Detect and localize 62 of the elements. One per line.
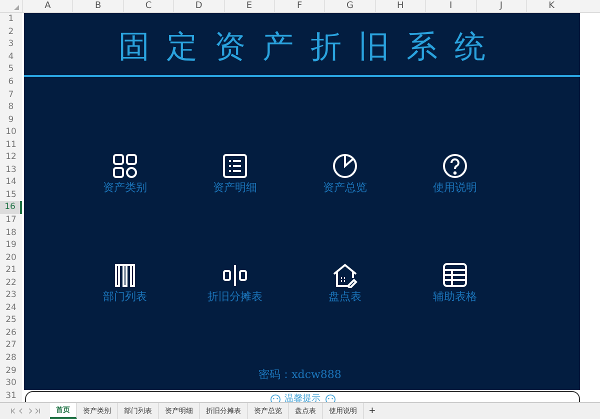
column-header[interactable]: F: [274, 0, 324, 12]
column-header[interactable]: D: [173, 0, 224, 12]
row-header[interactable]: 1: [0, 13, 22, 26]
row-header[interactable]: 3: [0, 38, 22, 51]
table-icon[interactable]: [442, 262, 468, 288]
row-header[interactable]: 23: [0, 289, 22, 302]
dashboard-title: 固定资产折旧系统: [118, 29, 502, 65]
org-chart-icon[interactable]: [112, 262, 138, 288]
column-header[interactable]: A: [22, 0, 72, 12]
row-header[interactable]: 14: [0, 176, 22, 189]
row-header[interactable]: 2: [0, 26, 22, 38]
row-header[interactable]: 29: [0, 364, 22, 377]
list-icon[interactable]: [222, 153, 248, 179]
row-header[interactable]: 30: [0, 376, 22, 390]
row-header[interactable]: 15: [0, 188, 22, 202]
row-header[interactable]: 28: [0, 352, 22, 364]
house-icon[interactable]: [332, 262, 358, 288]
column-header[interactable]: C: [122, 0, 174, 12]
menu-link[interactable]: 资产总览: [323, 181, 367, 194]
row-header[interactable]: 11: [0, 138, 22, 152]
menu-link[interactable]: 资产类别: [103, 181, 147, 194]
row-header[interactable]: 22: [0, 276, 22, 290]
row-header[interactable]: 21: [0, 264, 22, 276]
row-header[interactable]: 12: [0, 151, 22, 164]
row-header[interactable]: 6: [0, 76, 22, 88]
menu-link[interactable]: 使用说明: [433, 181, 477, 194]
row-header[interactable]: 26: [0, 326, 22, 340]
column-header[interactable]: J: [476, 0, 526, 12]
row-header[interactable]: 20: [0, 251, 22, 264]
notice-title: 温馨提示: [284, 394, 320, 404]
menu-link[interactable]: 盘点表: [328, 290, 362, 303]
menu-link[interactable]: 辅助表格: [433, 290, 477, 303]
grid-icon[interactable]: [112, 153, 138, 179]
help-icon[interactable]: [442, 153, 468, 179]
row-header[interactable]: 10: [0, 126, 22, 138]
row-header[interactable]: 31: [0, 389, 22, 402]
row-header[interactable]: 4: [0, 50, 22, 64]
row-header[interactable]: 17: [0, 214, 22, 226]
column-header[interactable]: G: [324, 0, 375, 12]
menu-link[interactable]: 折旧分摊表: [208, 290, 262, 303]
row-header[interactable]: 16: [0, 201, 22, 214]
column-header[interactable]: K: [526, 0, 576, 12]
password-text: 密码：xdcw888: [258, 367, 342, 382]
menu-link[interactable]: 部门列表: [103, 290, 147, 303]
row-header[interactable]: 8: [0, 100, 22, 114]
column-header[interactable]: E: [224, 0, 274, 12]
add-sheet-button[interactable]: +: [364, 404, 380, 418]
row-header[interactable]: 9: [0, 113, 22, 126]
row-header[interactable]: 27: [0, 339, 22, 352]
column-header[interactable]: I: [425, 0, 476, 12]
column-header[interactable]: B: [72, 0, 123, 12]
column-header[interactable]: H: [374, 0, 426, 12]
row-header[interactable]: 13: [0, 164, 22, 176]
split-icon[interactable]: [222, 262, 248, 288]
pie-chart-icon[interactable]: [332, 153, 358, 179]
row-header[interactable]: 7: [0, 88, 22, 101]
row-header[interactable]: 19: [0, 238, 22, 252]
row-header[interactable]: 24: [0, 302, 22, 314]
row-header[interactable]: 18: [0, 226, 22, 239]
row-header[interactable]: 5: [0, 63, 22, 76]
row-header[interactable]: 25: [0, 314, 22, 327]
menu-link[interactable]: 资产明细: [213, 181, 257, 194]
